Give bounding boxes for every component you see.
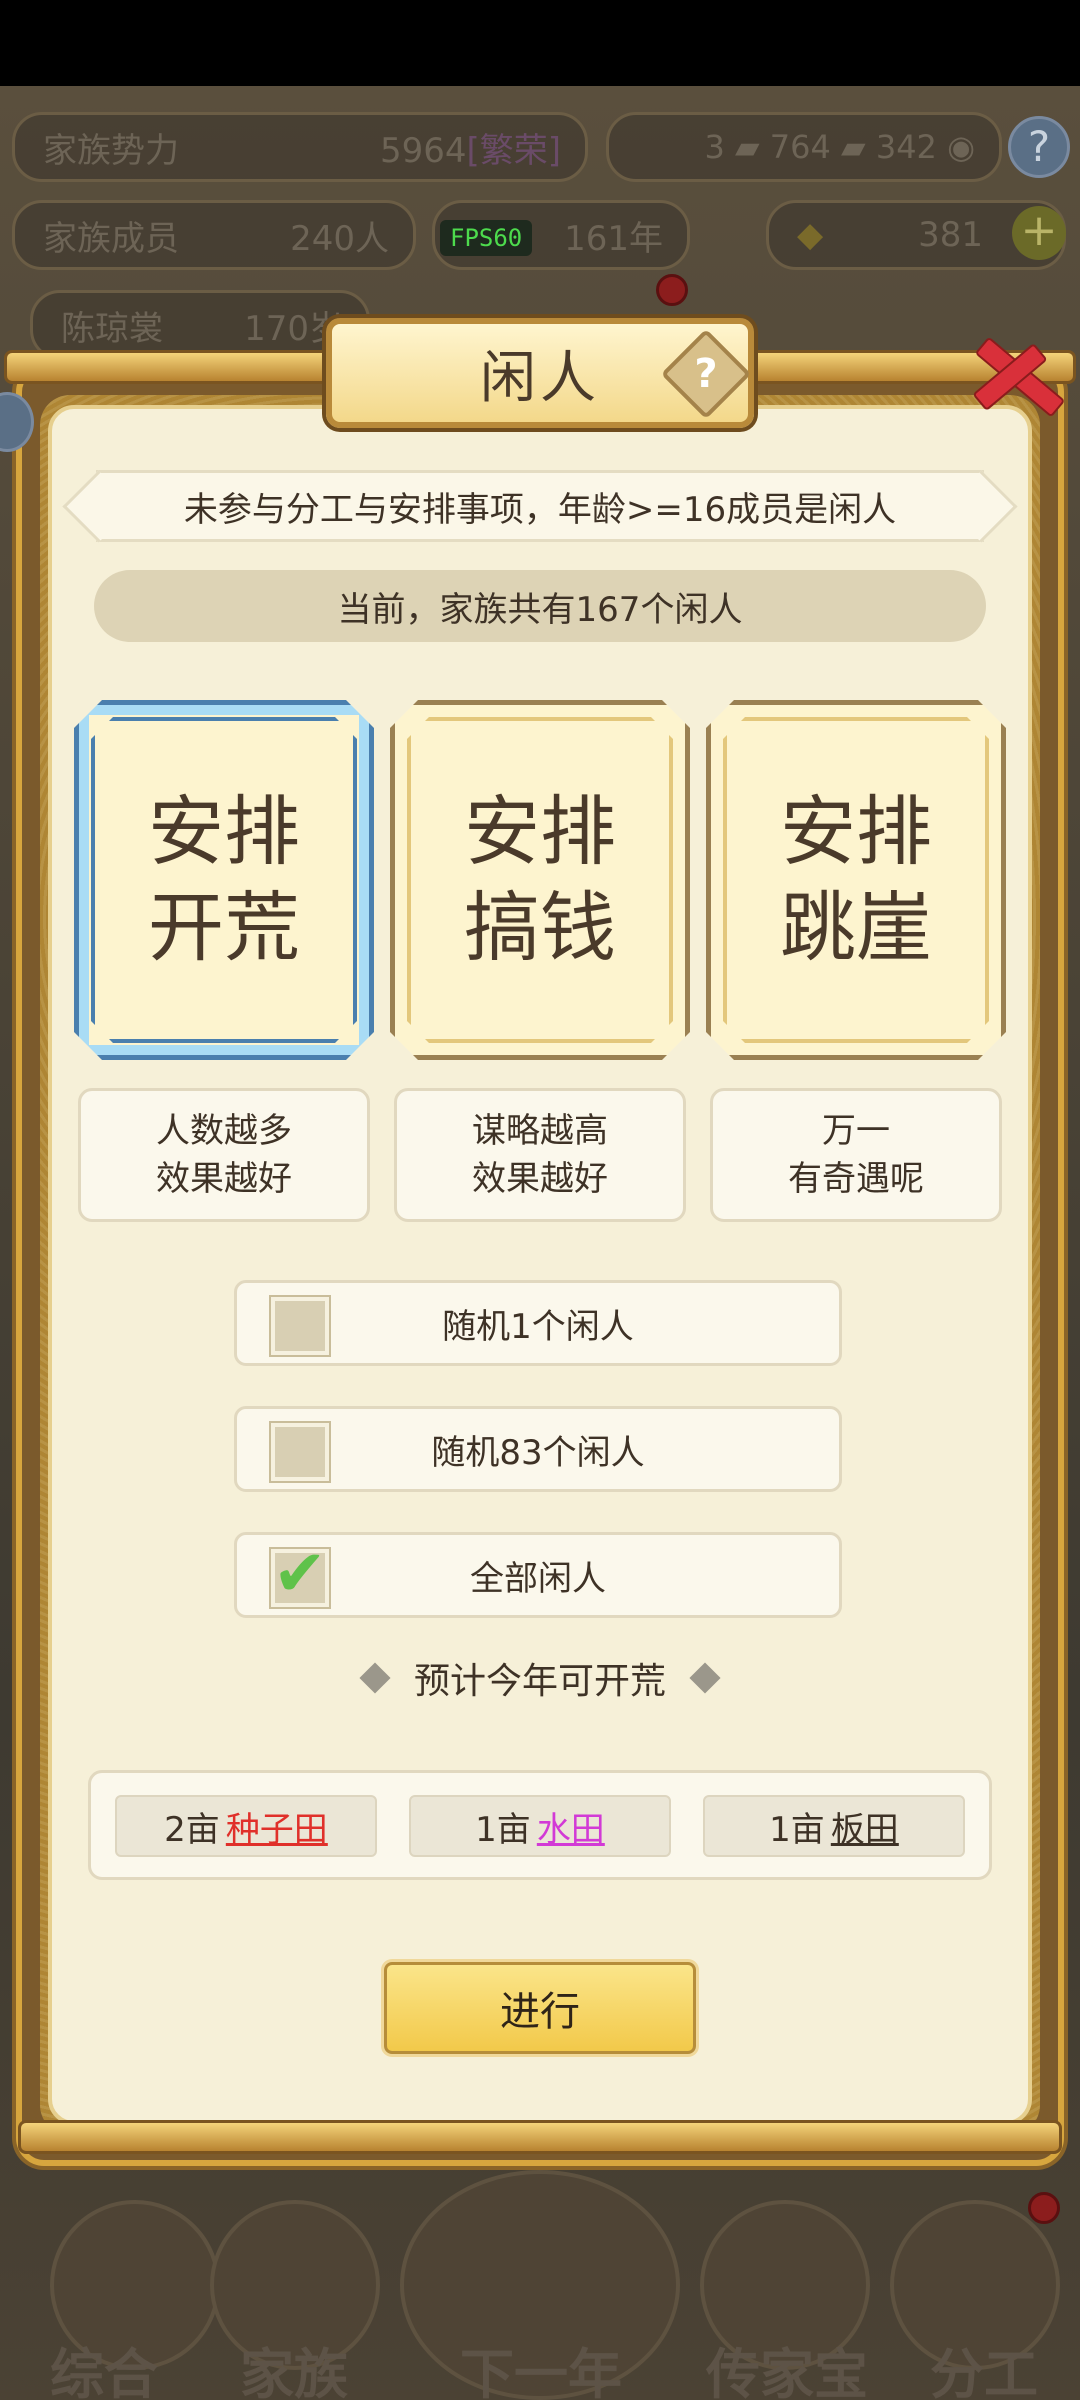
help-button-icon[interactable]: ? xyxy=(1008,116,1070,178)
proceed-button[interactable]: 进行 xyxy=(384,1962,696,2054)
fps-counter: FPS60 xyxy=(440,220,533,256)
add-gold-button-icon[interactable]: + xyxy=(1012,206,1066,260)
dialog-title: 闲人 xyxy=(480,345,600,411)
option-random-83[interactable]: 随机83个闲人 xyxy=(234,1406,842,1492)
card-make-money[interactable]: 安排 搞钱 xyxy=(390,700,690,1060)
idle-description: 未参与分工与安排事项，年龄>=16成员是闲人 xyxy=(96,470,984,542)
diamond-left-icon xyxy=(359,1662,391,1694)
coin-icon: ◉ xyxy=(947,128,975,166)
currency-b-value: 764 xyxy=(769,128,831,166)
currency-c-value: 342 xyxy=(875,128,937,166)
idle-count: 当前，家族共有167个闲人 xyxy=(94,570,986,642)
card-money-line1: 安排 xyxy=(464,787,616,876)
forecast-label: 预计今年可开荒 xyxy=(413,1661,666,1702)
family-power-label: 家族势力 xyxy=(43,130,179,171)
checkbox-random-one[interactable] xyxy=(271,1297,329,1355)
card-cliff-line1: 安排 xyxy=(780,787,932,876)
checkbox-all-idle[interactable]: ✔ xyxy=(271,1537,329,1611)
card-cliff-line2: 跳崖 xyxy=(780,883,932,972)
option-random-one[interactable]: 随机1个闲人 xyxy=(234,1280,842,1366)
hint-cliff: 万一 有奇遇呢 xyxy=(710,1088,1002,1222)
person-name: 陈琼裳 xyxy=(61,308,163,349)
close-icon[interactable] xyxy=(960,318,1070,428)
family-power-rank: [繁荣] xyxy=(466,130,561,171)
family-members-value: 240人 xyxy=(290,218,389,259)
checkmark-icon: ✔ xyxy=(273,1537,327,1611)
family-members-label: 家族成员 xyxy=(43,218,179,259)
yield-water-field: 1亩 水田 xyxy=(409,1795,671,1857)
option-random-one-label: 随机1个闲人 xyxy=(442,1306,634,1347)
nav-division-label: 分工 xyxy=(930,2343,1038,2400)
card-reclaim-line2: 开荒 xyxy=(148,883,300,972)
card-reclaim-land[interactable]: 安排 开荒 xyxy=(74,700,374,1060)
gold-bar-icon: ▰ xyxy=(735,128,760,166)
nav-heirloom-label: 传家宝 xyxy=(706,2343,868,2400)
nav-overview-label: 综合 xyxy=(50,2343,158,2400)
option-random-83-label: 随机83个闲人 xyxy=(431,1432,645,1473)
card-money-line2: 搞钱 xyxy=(464,883,616,972)
family-power-pill: 家族势力 5964[繁荣] xyxy=(12,112,588,182)
currency-a-value: 3 xyxy=(704,128,725,166)
yield-board-field: 1亩 板田 xyxy=(703,1795,965,1857)
notification-dot xyxy=(656,274,688,306)
option-all-idle-label: 全部闲人 xyxy=(470,1558,606,1599)
silver-bar-icon: ▰ xyxy=(841,128,866,166)
family-power-value: 5964 xyxy=(379,130,467,171)
family-members-pill: 家族成员 240人 xyxy=(12,200,416,270)
yield-box: 2亩 种子田 1亩 水田 1亩 板田 xyxy=(88,1770,992,1880)
gold-ingot-icon: ◆ xyxy=(797,215,824,255)
nav-notification-dot xyxy=(1028,2192,1060,2224)
year-value: 161年 xyxy=(564,218,663,259)
status-bar xyxy=(0,0,1080,86)
currency-pill: 3 ▰ 764 ▰ 342 ◉ xyxy=(606,112,1002,182)
hint-money: 谋略越高 效果越好 xyxy=(394,1088,686,1222)
hint-reclaim: 人数越多 效果越好 xyxy=(78,1088,370,1222)
card-cliff-jump[interactable]: 安排 跳崖 xyxy=(706,700,1006,1060)
nav-next-year-label: 下一年 xyxy=(460,2343,622,2400)
diamond-right-icon xyxy=(689,1662,721,1694)
checkbox-random-83[interactable] xyxy=(271,1423,329,1481)
card-reclaim-line1: 安排 xyxy=(148,787,300,876)
option-all-idle[interactable]: ✔ 全部闲人 xyxy=(234,1532,842,1618)
dialog-bottom-bar xyxy=(18,2120,1062,2154)
nav-family-label: 家族 xyxy=(240,2343,348,2400)
yield-seed-field: 2亩 种子田 xyxy=(115,1795,377,1857)
forecast-row: 预计今年可开荒 xyxy=(0,1648,1080,1708)
